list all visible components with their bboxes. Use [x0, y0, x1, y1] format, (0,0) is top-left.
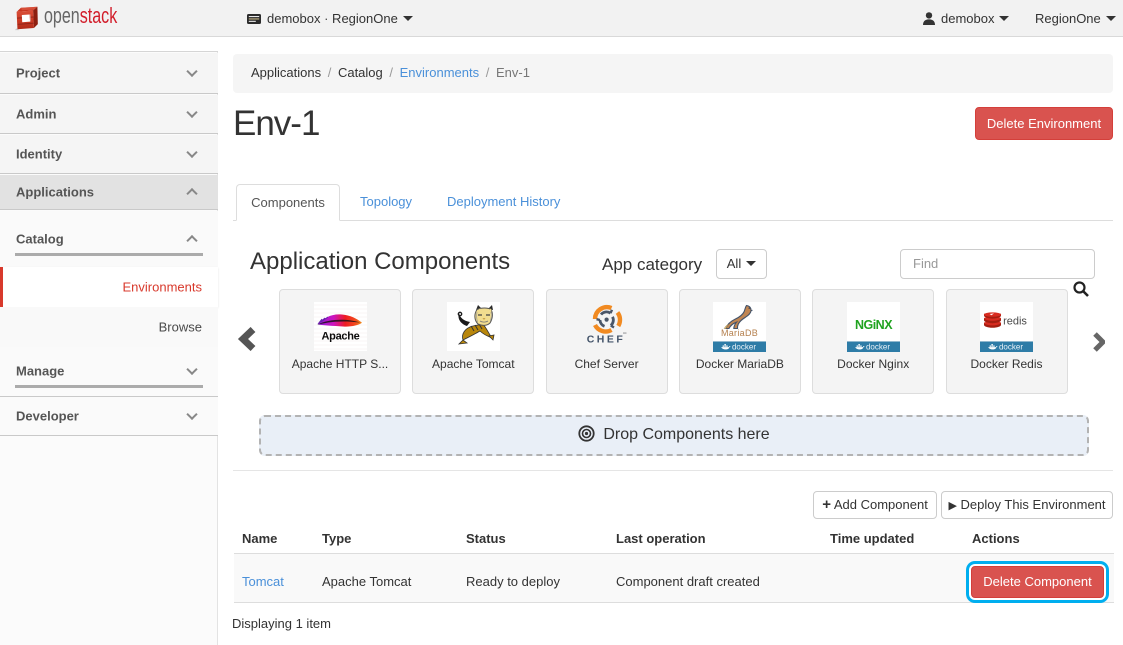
svg-text:docker: docker — [999, 343, 1023, 352]
svg-text:docker: docker — [866, 343, 890, 352]
svg-text:redis: redis — [1003, 316, 1027, 328]
svg-text:docker: docker — [732, 343, 756, 352]
svg-text:NGiNX: NGiNX — [855, 318, 893, 332]
svg-text:Apache: Apache — [321, 331, 359, 343]
svg-text:CHEF: CHEF — [587, 334, 626, 346]
svg-text:MariaDB: MariaDB — [721, 328, 758, 338]
